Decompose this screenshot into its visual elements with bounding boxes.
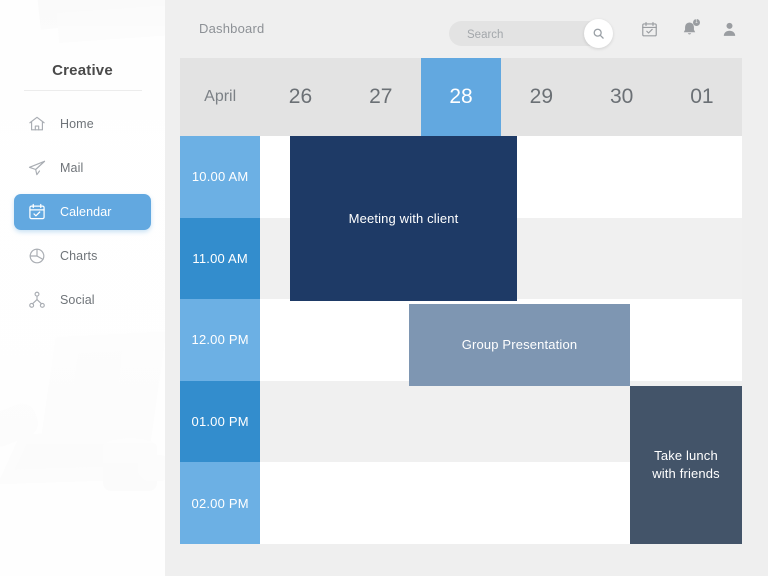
sidebar-item-label: Mail bbox=[60, 161, 84, 175]
calendar-slot[interactable] bbox=[421, 462, 501, 544]
sidebar-item-social[interactable]: Social bbox=[14, 282, 151, 318]
search-bar[interactable] bbox=[449, 19, 613, 48]
paper-plane-icon bbox=[27, 158, 47, 178]
sidebar-item-label: Calendar bbox=[60, 205, 112, 219]
calendar-day-27[interactable]: 27 bbox=[341, 58, 421, 136]
calendar-month-label: April bbox=[204, 88, 237, 105]
sidebar-item-charts[interactable]: Charts bbox=[14, 238, 151, 274]
calendar-slot[interactable] bbox=[421, 381, 501, 463]
calendar-grid: 10.00 AM 11.00 AM 12.00 PM 01.00 PM 02.0… bbox=[180, 136, 742, 544]
time-label-10am: 10.00 AM bbox=[180, 136, 261, 218]
event-title-line-1: Take lunch bbox=[654, 448, 718, 463]
calendar-slot[interactable] bbox=[501, 381, 581, 463]
calendar-slot[interactable] bbox=[341, 381, 421, 463]
calendar-slot[interactable] bbox=[260, 299, 340, 381]
calendar-widget: April 26 27 28 29 30 01 10.00 AM 11.00 A… bbox=[180, 58, 742, 544]
sidebar-nav: Home Mail Calendar Charts Social bbox=[0, 106, 165, 326]
sidebar-item-mail[interactable]: Mail bbox=[14, 150, 151, 186]
calendar-slot[interactable] bbox=[501, 462, 581, 544]
share-nodes-icon bbox=[27, 290, 47, 310]
sidebar-item-home[interactable]: Home bbox=[14, 106, 151, 142]
calendar-slot[interactable] bbox=[662, 136, 742, 218]
sidebar-item-label: Charts bbox=[60, 249, 98, 263]
bell-icon[interactable]: 1 bbox=[680, 19, 700, 39]
calendar-day-26[interactable]: 26 bbox=[260, 58, 340, 136]
page-title: Dashboard bbox=[199, 21, 265, 36]
sidebar-item-label: Home bbox=[60, 117, 94, 131]
search-button[interactable] bbox=[584, 19, 613, 48]
calendar-check-icon[interactable] bbox=[640, 20, 659, 39]
calendar-day-29[interactable]: 29 bbox=[501, 58, 581, 136]
calendar-header-row: April 26 27 28 29 30 01 bbox=[180, 58, 742, 136]
brand-title: Creative bbox=[52, 62, 113, 79]
top-icon-group: 1 bbox=[640, 19, 739, 39]
calendar-slot[interactable] bbox=[260, 381, 340, 463]
time-label-12pm: 12.00 PM bbox=[180, 299, 261, 381]
main-panel: Dashboard Search 1 April 26 27 28 29 30 … bbox=[165, 0, 768, 576]
event-group-presentation[interactable]: Group Presentation bbox=[409, 304, 630, 386]
calendar-slot[interactable] bbox=[662, 218, 742, 300]
calendar-day-28-selected[interactable]: 28 bbox=[420, 58, 502, 136]
event-title-line-2: with friends bbox=[652, 466, 720, 481]
search-icon bbox=[592, 27, 605, 40]
event-meeting-with-client[interactable]: Meeting with client bbox=[290, 136, 517, 301]
time-label-1pm: 01.00 PM bbox=[180, 380, 261, 463]
app-window: Creative Home Mail Calendar Charts Socia… bbox=[0, 0, 768, 576]
top-bar: Dashboard Search 1 bbox=[165, 0, 768, 58]
event-take-lunch-with-friends[interactable]: Take lunch with friends bbox=[630, 386, 742, 544]
sidebar-item-calendar[interactable]: Calendar bbox=[14, 194, 151, 230]
calendar-slot[interactable] bbox=[662, 299, 742, 381]
calendar-slot[interactable] bbox=[581, 136, 661, 218]
calendar-slot[interactable] bbox=[341, 462, 421, 544]
calendar-icon bbox=[27, 202, 47, 222]
search-input[interactable] bbox=[465, 21, 581, 48]
calendar-slot[interactable] bbox=[260, 462, 340, 544]
sidebar: Creative Home Mail Calendar Charts Socia… bbox=[0, 0, 165, 576]
user-icon[interactable] bbox=[720, 20, 739, 39]
event-title: Meeting with client bbox=[348, 210, 459, 226]
calendar-slot[interactable] bbox=[581, 218, 661, 300]
calendar-day-30[interactable]: 30 bbox=[581, 58, 661, 136]
sidebar-item-label: Social bbox=[60, 293, 95, 307]
time-label-11am: 11.00 AM bbox=[180, 217, 261, 300]
notification-badge: 1 bbox=[693, 19, 700, 26]
calendar-day-01[interactable]: 01 bbox=[662, 58, 742, 136]
event-title: Group Presentation bbox=[461, 337, 578, 352]
time-label-2pm: 02.00 PM bbox=[180, 462, 261, 544]
pie-chart-icon bbox=[27, 246, 47, 266]
brand-divider bbox=[24, 90, 142, 91]
home-icon bbox=[27, 114, 47, 134]
